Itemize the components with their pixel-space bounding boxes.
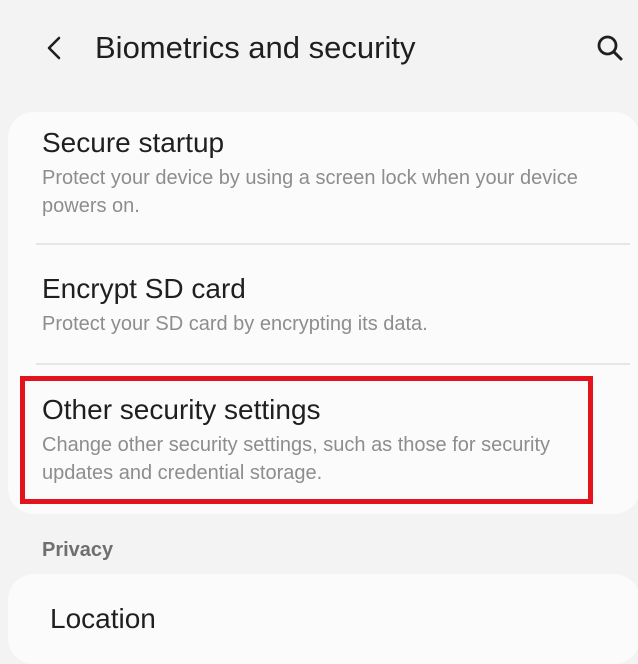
section-header-privacy: Privacy <box>42 539 114 561</box>
item-title: Encrypt SD card <box>42 273 246 304</box>
item-subtitle: Protect your SD card by encrypting its d… <box>42 313 428 335</box>
list-item-secure-startup[interactable]: Secure startup Protect your device by us… <box>42 126 602 220</box>
item-subtitle: Protect your device by using a screen lo… <box>42 167 578 217</box>
item-title: Location <box>50 603 156 634</box>
privacy-card: Location <box>8 574 638 664</box>
item-title: Other security settings <box>42 394 321 425</box>
back-button[interactable] <box>30 28 78 68</box>
item-subtitle: Change other security settings, such as … <box>42 434 551 484</box>
divider <box>36 363 630 365</box>
page-title: Biometrics and security <box>95 30 416 65</box>
divider <box>36 243 630 245</box>
search-icon <box>597 35 623 61</box>
app-bar: Biometrics and security <box>0 0 638 96</box>
list-item-location[interactable]: Location <box>50 602 610 636</box>
list-item-other-security-settings[interactable]: Other security settings Change other sec… <box>42 393 602 487</box>
search-button[interactable] <box>586 28 634 68</box>
list-item-encrypt-sd-card[interactable]: Encrypt SD card Protect your SD card by … <box>42 272 602 338</box>
item-title: Secure startup <box>42 127 225 158</box>
chevron-left-icon <box>47 36 61 60</box>
